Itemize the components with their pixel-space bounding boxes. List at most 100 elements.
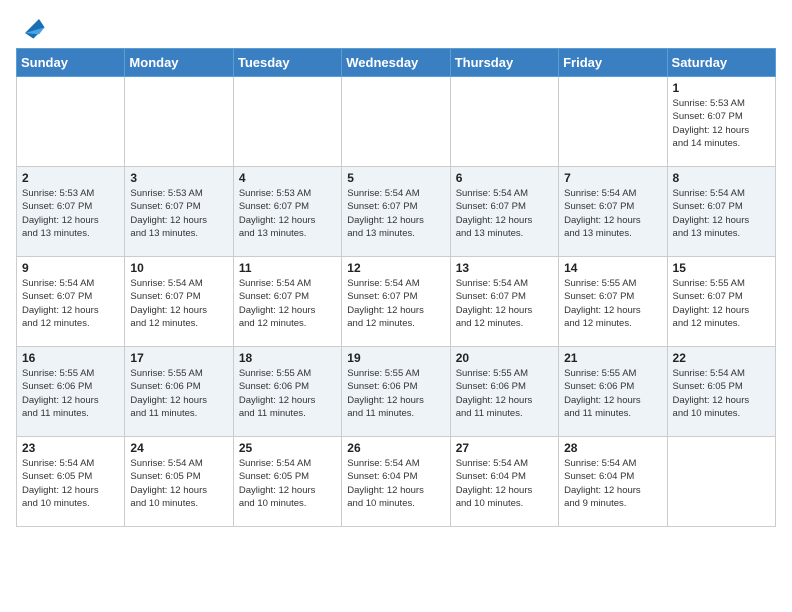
day-info: Sunrise: 5:55 AM Sunset: 6:06 PM Dayligh… [456, 367, 553, 420]
day-of-week-header: Monday [125, 49, 233, 77]
calendar-cell: 3 Sunrise: 5:53 AM Sunset: 6:07 PM Daylig… [125, 167, 233, 257]
calendar-cell: 1 Sunrise: 5:53 AM Sunset: 6:07 PM Daylig… [667, 77, 775, 167]
calendar-cell: 4 Sunrise: 5:53 AM Sunset: 6:07 PM Daylig… [233, 167, 341, 257]
day-number: 21 [564, 351, 661, 365]
day-number: 2 [22, 171, 119, 185]
calendar-cell: 25Sunrise: 5:54 AM Sunset: 6:05 PM Dayli… [233, 437, 341, 527]
day-number: 1 [673, 81, 770, 95]
day-number: 27 [456, 441, 553, 455]
day-number: 6 [456, 171, 553, 185]
day-of-week-header: Sunday [17, 49, 125, 77]
day-info: Sunrise: 5:55 AM Sunset: 6:06 PM Dayligh… [564, 367, 661, 420]
day-number: 10 [130, 261, 227, 275]
day-of-week-header: Wednesday [342, 49, 450, 77]
calendar-cell: 18 Sunrise: 5:55 AM Sunset: 6:06 PM Dayli… [233, 347, 341, 437]
day-number: 11 [239, 261, 336, 275]
calendar-cell: 14 Sunrise: 5:55 AM Sunset: 6:07 PM Dayli… [559, 257, 667, 347]
day-number: 4 [239, 171, 336, 185]
day-info: Sunrise: 5:54 AM Sunset: 6:07 PM Dayligh… [239, 277, 336, 330]
calendar-cell: 26Sunrise: 5:54 AM Sunset: 6:04 PM Dayli… [342, 437, 450, 527]
calendar-cell [450, 77, 558, 167]
calendar-cell: 11 Sunrise: 5:54 AM Sunset: 6:07 PM Dayli… [233, 257, 341, 347]
day-info: Sunrise: 5:54 AM Sunset: 6:04 PM Dayligh… [456, 457, 553, 510]
calendar-cell [233, 77, 341, 167]
day-info: Sunrise: 5:55 AM Sunset: 6:06 PM Dayligh… [22, 367, 119, 420]
day-info: Sunrise: 5:54 AM Sunset: 6:04 PM Dayligh… [564, 457, 661, 510]
day-number: 16 [22, 351, 119, 365]
calendar-cell [125, 77, 233, 167]
calendar-cell [559, 77, 667, 167]
day-info: Sunrise: 5:53 AM Sunset: 6:07 PM Dayligh… [673, 97, 770, 150]
day-info: Sunrise: 5:53 AM Sunset: 6:07 PM Dayligh… [22, 187, 119, 240]
day-info: Sunrise: 5:54 AM Sunset: 6:05 PM Dayligh… [130, 457, 227, 510]
calendar-cell [342, 77, 450, 167]
day-number: 24 [130, 441, 227, 455]
calendar-cell: 9Sunrise: 5:54 AM Sunset: 6:07 PM Daylig… [17, 257, 125, 347]
day-info: Sunrise: 5:54 AM Sunset: 6:05 PM Dayligh… [673, 367, 770, 420]
calendar-week-row: 23 Sunrise: 5:54 AM Sunset: 6:05 PM Dayli… [17, 437, 776, 527]
calendar-week-row: 9 Sunrise: 5:54 AM Sunset: 6:07 PM Daylig… [17, 257, 776, 347]
day-info: Sunrise: 5:54 AM Sunset: 6:04 PM Dayligh… [347, 457, 444, 510]
calendar-cell: 24 Sunrise: 5:54 AM Sunset: 6:05 PM Dayli… [125, 437, 233, 527]
day-info: Sunrise: 5:54 AM Sunset: 6:07 PM Dayligh… [347, 277, 444, 330]
day-number: 9 [22, 261, 119, 275]
logo-icon [18, 12, 46, 40]
day-of-week-header: Friday [559, 49, 667, 77]
calendar-cell: 16 Sunrise: 5:55 AM Sunset: 6:06 PM Dayli… [17, 347, 125, 437]
calendar-cell: 20 Sunrise: 5:55 AM Sunset: 6:06 PM Dayli… [450, 347, 558, 437]
day-of-week-header: Saturday [667, 49, 775, 77]
day-info: Sunrise: 5:54 AM Sunset: 6:07 PM Dayligh… [673, 187, 770, 240]
calendar-cell: 19 Sunrise: 5:55 AM Sunset: 6:06 PM Dayli… [342, 347, 450, 437]
calendar-cell: 23 Sunrise: 5:54 AM Sunset: 6:05 PM Dayli… [17, 437, 125, 527]
day-info: Sunrise: 5:54 AM Sunset: 6:07 PM Dayligh… [564, 187, 661, 240]
page-header [16, 16, 776, 40]
calendar-cell: 7 Sunrise: 5:54 AM Sunset: 6:07 PM Daylig… [559, 167, 667, 257]
day-number: 22 [673, 351, 770, 365]
day-number: 7 [564, 171, 661, 185]
calendar-cell: 28 Sunrise: 5:54 AM Sunset: 6:04 PM Dayli… [559, 437, 667, 527]
day-number: 20 [456, 351, 553, 365]
day-number: 8 [673, 171, 770, 185]
calendar-week-row: 2 Sunrise: 5:53 AM Sunset: 6:07 PM Daylig… [17, 167, 776, 257]
day-number: 15 [673, 261, 770, 275]
calendar-week-row: 16 Sunrise: 5:55 AM Sunset: 6:06 PM Dayli… [17, 347, 776, 437]
calendar-cell: 10 Sunrise: 5:54 AM Sunset: 6:07 PM Dayli… [125, 257, 233, 347]
day-info: Sunrise: 5:55 AM Sunset: 6:06 PM Dayligh… [239, 367, 336, 420]
day-info: Sunrise: 5:53 AM Sunset: 6:07 PM Dayligh… [130, 187, 227, 240]
calendar-cell: 12 Sunrise: 5:54 AM Sunset: 6:07 PM Dayli… [342, 257, 450, 347]
calendar-cell: 22 Sunrise: 5:54 AM Sunset: 6:05 PM Dayli… [667, 347, 775, 437]
day-number: 17 [130, 351, 227, 365]
calendar-week-row: 1 Sunrise: 5:53 AM Sunset: 6:07 PM Daylig… [17, 77, 776, 167]
day-of-week-header: Thursday [450, 49, 558, 77]
day-number: 28 [564, 441, 661, 455]
day-number: 14 [564, 261, 661, 275]
calendar-cell [667, 437, 775, 527]
calendar-cell: 21 Sunrise: 5:55 AM Sunset: 6:06 PM Dayli… [559, 347, 667, 437]
calendar-cell: 17 Sunrise: 5:55 AM Sunset: 6:06 PM Dayli… [125, 347, 233, 437]
calendar-cell: 6 Sunrise: 5:54 AM Sunset: 6:07 PM Daylig… [450, 167, 558, 257]
calendar-cell: 5 Sunrise: 5:54 AM Sunset: 6:07 PM Daylig… [342, 167, 450, 257]
day-number: 18 [239, 351, 336, 365]
day-info: Sunrise: 5:55 AM Sunset: 6:07 PM Dayligh… [673, 277, 770, 330]
day-number: 3 [130, 171, 227, 185]
day-info: Sunrise: 5:55 AM Sunset: 6:07 PM Dayligh… [564, 277, 661, 330]
day-info: Sunrise: 5:54 AM Sunset: 6:05 PM Dayligh… [22, 457, 119, 510]
day-number: 5 [347, 171, 444, 185]
day-number: 23 [22, 441, 119, 455]
day-number: 12 [347, 261, 444, 275]
day-info: Sunrise: 5:54 AM Sunset: 6:07 PM Dayligh… [456, 277, 553, 330]
calendar-cell: 27 Sunrise: 5:54 AM Sunset: 6:04 PM Dayli… [450, 437, 558, 527]
calendar-header-row: SundayMondayTuesdayWednesdayThursdayFrid… [17, 49, 776, 77]
day-info: Sunrise: 5:54 AM Sunset: 6:05 PM Dayligh… [239, 457, 336, 510]
day-info: Sunrise: 5:53 AM Sunset: 6:07 PM Dayligh… [239, 187, 336, 240]
calendar-cell: 13Sunrise: 5:54 AM Sunset: 6:07 PM Dayli… [450, 257, 558, 347]
day-info: Sunrise: 5:54 AM Sunset: 6:07 PM Dayligh… [456, 187, 553, 240]
calendar-table: SundayMondayTuesdayWednesdayThursdayFrid… [16, 48, 776, 527]
calendar-cell [17, 77, 125, 167]
day-info: Sunrise: 5:54 AM Sunset: 6:07 PM Dayligh… [130, 277, 227, 330]
logo [16, 16, 48, 40]
day-number: 19 [347, 351, 444, 365]
day-info: Sunrise: 5:55 AM Sunset: 6:06 PM Dayligh… [347, 367, 444, 420]
day-info: Sunrise: 5:55 AM Sunset: 6:06 PM Dayligh… [130, 367, 227, 420]
day-info: Sunrise: 5:54 AM Sunset: 6:07 PM Dayligh… [347, 187, 444, 240]
